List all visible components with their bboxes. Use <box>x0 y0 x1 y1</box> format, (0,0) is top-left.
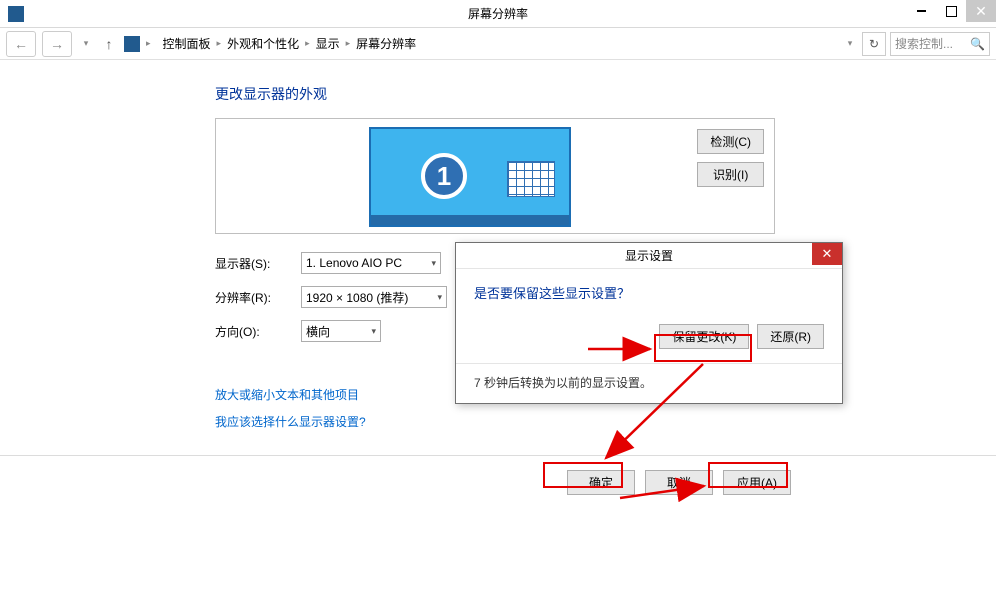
detect-button[interactable]: 检测(C) <box>697 129 764 154</box>
chevron-right-icon: ▸ <box>146 38 151 49</box>
location-icon <box>124 36 140 52</box>
forward-button[interactable]: → <box>42 31 72 57</box>
history-dropdown[interactable]: ▾ <box>78 38 94 49</box>
footer-buttons: 确定 取消 应用(A) <box>0 455 996 509</box>
monitor-preview[interactable]: 1 <box>369 127 571 227</box>
monitor-taskbar <box>371 215 569 225</box>
refresh-button[interactable]: ↻ <box>862 32 886 56</box>
display-label: 显示器(S): <box>215 255 301 272</box>
up-button[interactable]: ↑ <box>100 36 118 52</box>
confirm-dialog: 显示设置 ✕ 是否要保留这些显示设置？ 保留更改(K) 还原(R) 7 秒钟后转… <box>455 242 843 404</box>
orientation-select[interactable]: 横向 ▾ <box>301 320 381 342</box>
close-button[interactable]: ✕ <box>966 0 996 22</box>
cancel-button[interactable]: 取消 <box>645 470 713 495</box>
apply-button[interactable]: 应用(A) <box>723 470 791 495</box>
display-select[interactable]: 1. Lenovo AIO PC ▾ <box>301 252 441 274</box>
chevron-down-icon: ▾ <box>371 326 376 337</box>
breadcrumb-item[interactable]: 外观和个性化 <box>227 35 299 52</box>
orientation-label: 方向(O): <box>215 323 301 340</box>
dialog-close-button[interactable]: ✕ <box>812 243 842 265</box>
window-controls: ✕ <box>906 0 996 22</box>
which-settings-link[interactable]: 我应该选择什么显示器设置? <box>215 413 996 430</box>
search-input[interactable]: 搜索控制... 🔍 <box>890 32 990 56</box>
titlebar: 屏幕分辨率 ✕ <box>0 0 996 28</box>
resolution-label: 分辨率(R): <box>215 289 301 306</box>
breadcrumb-item[interactable]: 显示 <box>316 35 340 52</box>
app-icon <box>8 6 24 22</box>
monitor-number-badge: 1 <box>421 153 467 199</box>
display-value: 1. Lenovo AIO PC <box>306 256 402 270</box>
back-button[interactable]: ← <box>6 31 36 57</box>
maximize-button[interactable] <box>936 0 966 22</box>
navbar: ← → ▾ ↑ ▸ 控制面板 ▸ 外观和个性化 ▸ 显示 ▸ 屏幕分辨率 ▾ ↻… <box>0 28 996 60</box>
search-icon: 🔍 <box>970 37 985 51</box>
dialog-countdown: 7 秒钟后转换为以前的显示设置。 <box>456 363 842 401</box>
breadcrumb-item[interactable]: 屏幕分辨率 <box>356 35 416 52</box>
chevron-down-icon: ▾ <box>431 258 436 269</box>
keep-changes-button[interactable]: 保留更改(K) <box>659 324 749 349</box>
monitor-grid-icon <box>507 161 555 197</box>
search-placeholder: 搜索控制... <box>895 35 953 52</box>
chevron-right-icon: ▸ <box>217 38 222 49</box>
orientation-value: 横向 <box>306 323 330 340</box>
resolution-select[interactable]: 1920 × 1080 (推荐) ▾ <box>301 286 447 308</box>
window-title: 屏幕分辨率 <box>468 5 528 22</box>
dialog-question: 是否要保留这些显示设置？ <box>474 283 824 302</box>
chevron-right-icon: ▸ <box>346 38 351 49</box>
chevron-right-icon: ▸ <box>305 38 310 49</box>
resolution-value: 1920 × 1080 (推荐) <box>306 289 408 306</box>
identify-button[interactable]: 识别(I) <box>697 162 764 187</box>
breadcrumb: 控制面板 ▸ 外观和个性化 ▸ 显示 ▸ 屏幕分辨率 <box>157 35 836 52</box>
dialog-titlebar: 显示设置 ✕ <box>456 243 842 269</box>
chevron-down-icon: ▾ <box>437 292 442 303</box>
breadcrumb-item[interactable]: 控制面板 <box>163 35 211 52</box>
revert-button[interactable]: 还原(R) <box>757 324 824 349</box>
address-dropdown[interactable]: ▾ <box>842 38 858 49</box>
dialog-title: 显示设置 <box>625 247 673 264</box>
page-heading: 更改显示器的外观 <box>215 84 996 104</box>
ok-button[interactable]: 确定 <box>567 470 635 495</box>
monitor-preview-box: 1 检测(C) 识别(I) <box>215 118 775 234</box>
minimize-button[interactable] <box>906 0 936 22</box>
